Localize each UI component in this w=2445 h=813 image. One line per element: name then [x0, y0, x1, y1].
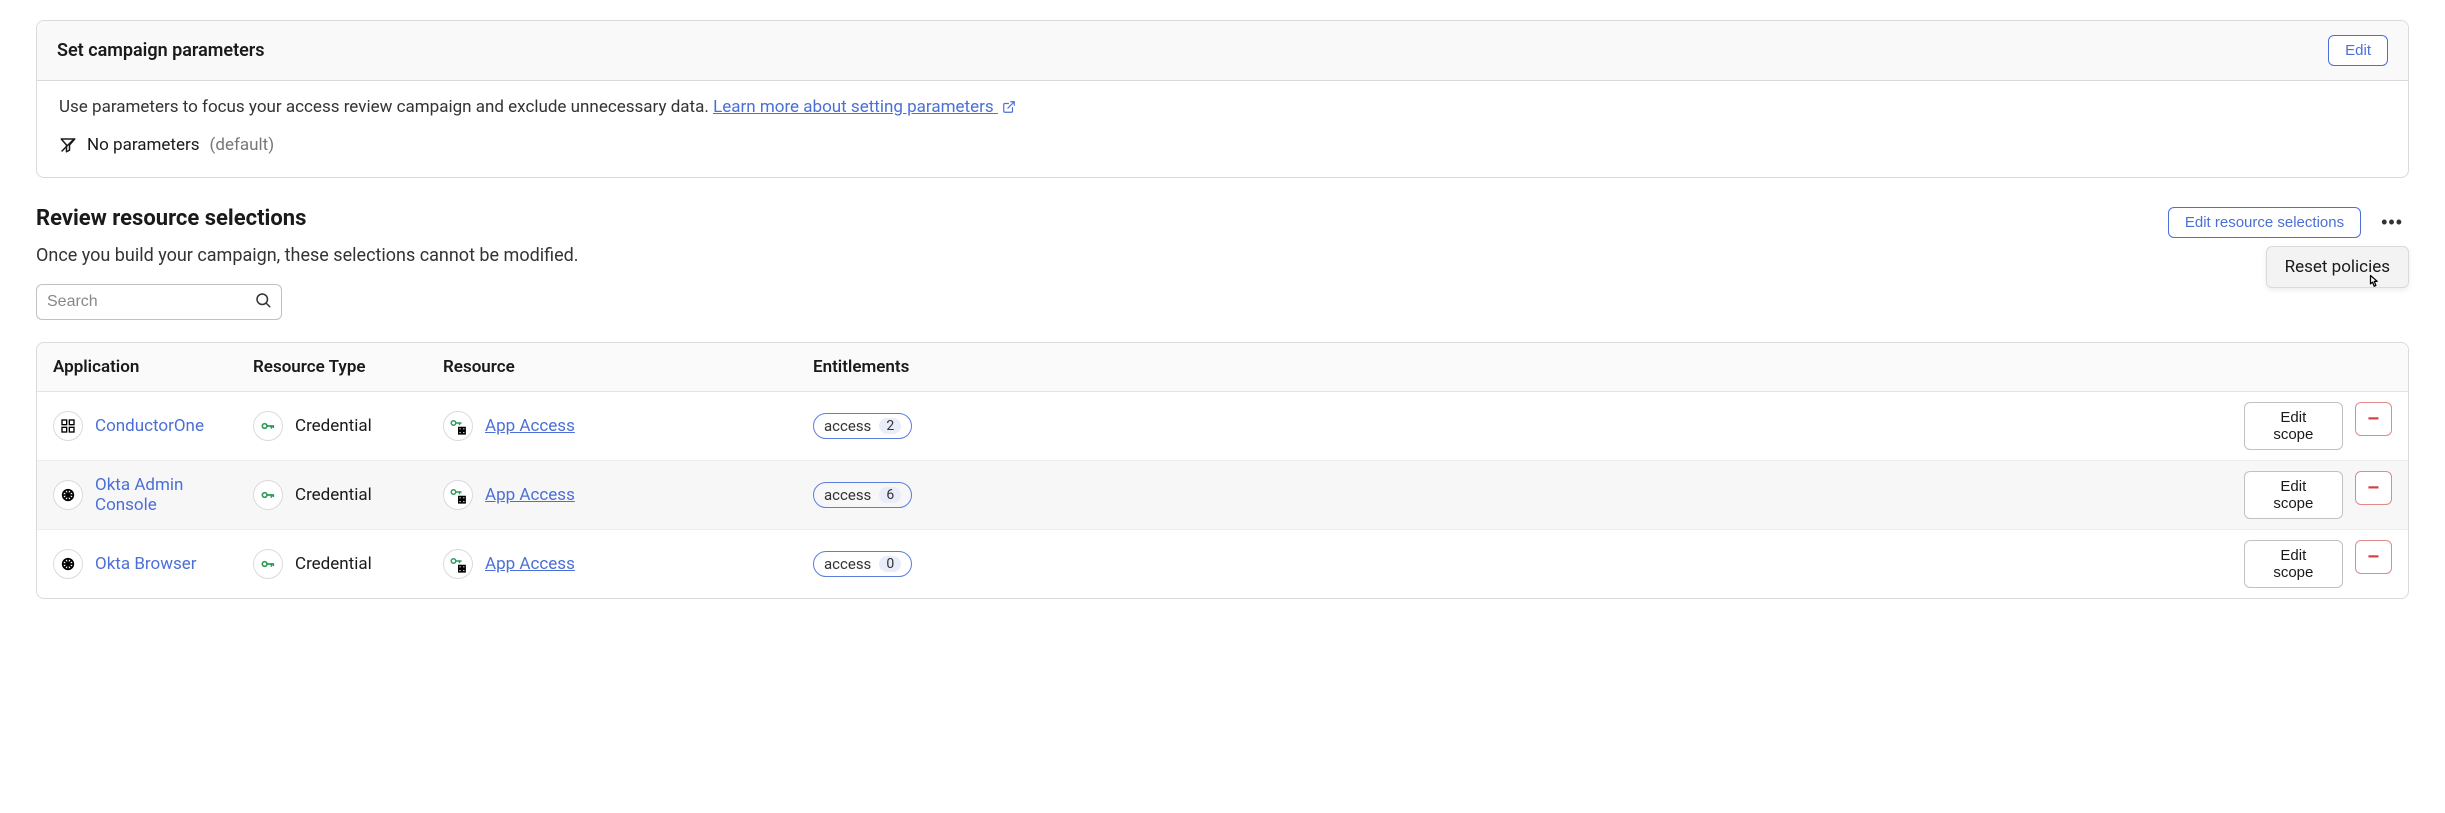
actions-cell: Edit scope − — [2244, 471, 2392, 519]
reset-policies-label: Reset policies — [2285, 257, 2390, 277]
resource-type-text: Credential — [295, 485, 372, 505]
no-parameters-label: No parameters — [87, 135, 200, 155]
col-application: Application — [37, 343, 237, 392]
key-icon — [253, 480, 283, 510]
resource-type-cell: Credential — [253, 549, 411, 579]
resource-cell: App Access — [443, 549, 781, 579]
minus-icon: − — [2368, 408, 2380, 431]
application-link[interactable]: ConductorOne — [95, 416, 204, 436]
actions-cell: Edit scope − — [2244, 402, 2392, 450]
reset-policies-popover[interactable]: Reset policies — [2266, 246, 2409, 288]
campaign-parameters-description: Use parameters to focus your access revi… — [59, 97, 2386, 117]
entitlement-badge[interactable]: access 6 — [813, 482, 912, 508]
campaign-parameters-body: Use parameters to focus your access revi… — [37, 81, 2408, 177]
actions-cell: Edit scope − — [2244, 540, 2392, 588]
search-input[interactable] — [47, 293, 254, 311]
dots-horizontal-icon: ••• — [2381, 212, 2403, 232]
key-grid-icon — [443, 411, 473, 441]
entitlement-count: 6 — [879, 487, 901, 503]
entitlement-badge[interactable]: access 0 — [813, 551, 912, 577]
entitlement-count: 0 — [879, 556, 901, 572]
remove-row-button[interactable]: − — [2355, 402, 2392, 436]
entitlement-label: access — [824, 417, 871, 435]
resource-type-text: Credential — [295, 416, 372, 436]
resource-link[interactable]: App Access — [485, 554, 575, 574]
resource-link[interactable]: App Access — [485, 485, 575, 505]
key-icon — [253, 549, 283, 579]
key-icon — [253, 411, 283, 441]
campaign-parameters-desc-text: Use parameters to focus your access revi… — [59, 97, 713, 117]
entitlement-badge[interactable]: access 2 — [813, 413, 912, 439]
application-cell: ConductorOne — [53, 411, 221, 441]
minus-icon: − — [2368, 546, 2380, 569]
resource-section-actions: Edit resource selections ••• Reset polic… — [2168, 206, 2409, 239]
edit-resource-selections-button[interactable]: Edit resource selections — [2168, 207, 2361, 238]
remove-row-button[interactable]: − — [2355, 540, 2392, 574]
resource-section-title: Review resource selections — [36, 206, 306, 231]
application-cell: Okta Admin Console — [53, 475, 221, 515]
key-grid-icon — [443, 549, 473, 579]
resource-type-cell: Credential — [253, 480, 411, 510]
entitlement-label: access — [824, 555, 871, 573]
application-link[interactable]: Okta Browser — [95, 554, 197, 574]
col-entitlements: Entitlements — [797, 343, 2228, 392]
resources-table-wrap: Application Resource Type Resource Entit… — [36, 342, 2409, 599]
external-link-icon — [1002, 100, 1016, 114]
table-row: Okta Browser Credential — [37, 530, 2408, 599]
resources-table: Application Resource Type Resource Entit… — [37, 343, 2408, 598]
key-grid-icon — [443, 480, 473, 510]
app-icon — [53, 480, 83, 510]
col-actions — [2228, 343, 2408, 392]
app-icon — [53, 411, 83, 441]
table-row: Okta Admin Console Credential — [37, 461, 2408, 530]
campaign-parameters-title: Set campaign parameters — [57, 40, 265, 61]
resource-cell: App Access — [443, 411, 781, 441]
remove-row-button[interactable]: − — [2355, 471, 2392, 505]
edit-scope-button[interactable]: Edit scope — [2244, 540, 2343, 588]
default-label: (default) — [210, 135, 275, 155]
application-cell: Okta Browser — [53, 549, 221, 579]
app-icon — [53, 549, 83, 579]
campaign-parameters-header: Set campaign parameters Edit — [37, 21, 2408, 81]
entitlement-label: access — [824, 486, 871, 504]
filter-off-icon — [59, 136, 77, 154]
resource-type-text: Credential — [295, 554, 372, 574]
col-resource: Resource — [427, 343, 797, 392]
more-actions-button[interactable]: ••• — [2375, 206, 2409, 239]
resource-section-header: Review resource selections Edit resource… — [36, 206, 2409, 239]
resource-section-subtitle: Once you build your campaign, these sele… — [36, 245, 2409, 266]
learn-more-text: Learn more about setting parameters — [713, 97, 994, 117]
resource-search-box[interactable] — [36, 284, 282, 320]
edit-scope-button[interactable]: Edit scope — [2244, 471, 2343, 519]
application-link[interactable]: Okta Admin Console — [95, 475, 221, 515]
minus-icon: − — [2368, 477, 2380, 500]
no-parameters-row: No parameters (default) — [59, 135, 2386, 155]
learn-more-link[interactable]: Learn more about setting parameters — [713, 97, 1016, 117]
resource-cell: App Access — [443, 480, 781, 510]
campaign-parameters-card: Set campaign parameters Edit Use paramet… — [36, 20, 2409, 178]
edit-scope-button[interactable]: Edit scope — [2244, 402, 2343, 450]
resource-type-cell: Credential — [253, 411, 411, 441]
entitlement-count: 2 — [879, 418, 901, 434]
col-resource-type: Resource Type — [237, 343, 427, 392]
edit-parameters-button[interactable]: Edit — [2328, 35, 2388, 66]
table-row: ConductorOne Credential — [37, 392, 2408, 461]
search-icon — [254, 291, 272, 313]
resource-link[interactable]: App Access — [485, 416, 575, 436]
